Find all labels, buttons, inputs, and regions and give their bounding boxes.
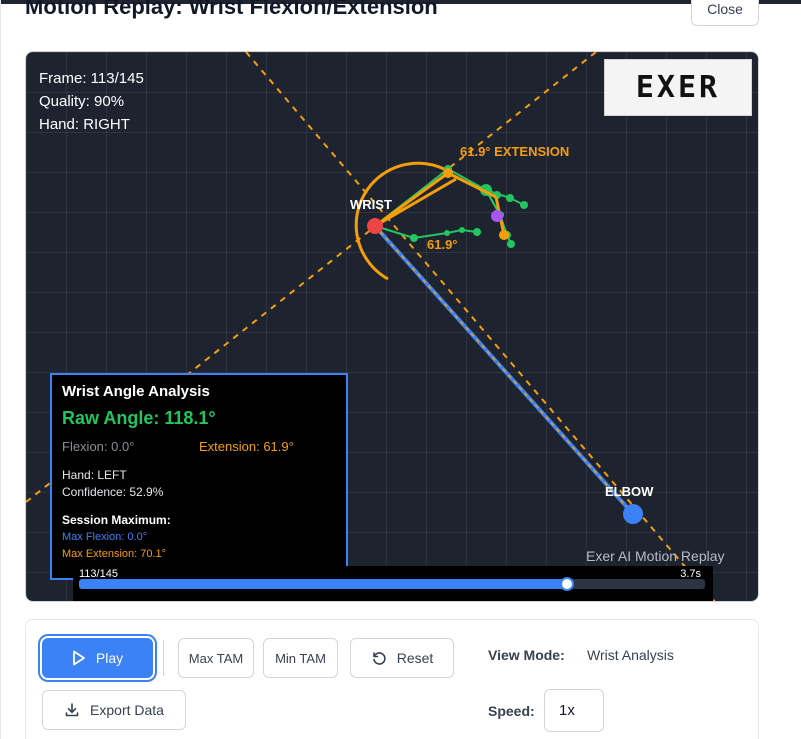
- wrist-label: WRIST: [350, 197, 392, 212]
- elbow-label: ELBOW: [605, 484, 654, 499]
- speed-input[interactable]: [544, 689, 604, 732]
- extension-tip: [499, 230, 509, 240]
- angle-value-label: 61.9°: [427, 237, 458, 252]
- close-button[interactable]: Close: [691, 0, 759, 26]
- modal-border: [0, 0, 1, 739]
- play-button[interactable]: Play: [42, 638, 153, 678]
- min-tam-button[interactable]: Min TAM: [263, 638, 338, 678]
- timeline[interactable]: 113/145 3.7s: [73, 566, 713, 601]
- max-tam-button[interactable]: Max TAM: [178, 638, 254, 678]
- elbow-point: [623, 504, 643, 524]
- motion-replay-canvas: WRIST ELBOW 61.9° EXTENSION 61.9° Frame:…: [25, 51, 759, 602]
- export-label: Export Data: [90, 702, 164, 718]
- hand-readout: Hand: RIGHT: [39, 116, 130, 133]
- exer-logo: EXER: [604, 59, 752, 116]
- watermark: Exer AI Motion Replay: [586, 548, 725, 564]
- raw-angle: Raw Angle: 118.1°: [62, 408, 216, 428]
- session-maximum-title: Session Maximum:: [62, 513, 171, 527]
- reset-icon: [372, 652, 386, 665]
- frame-info: Frame: 113/145 Quality: 90% Hand: RIGHT: [39, 67, 144, 136]
- forearm-axis-overlay: [374, 225, 634, 515]
- export-data-button[interactable]: Export Data: [42, 690, 186, 730]
- extension-value: Extension: 61.9°: [199, 439, 294, 454]
- extension-joint: [443, 168, 453, 178]
- fingertip-marker: [491, 210, 503, 222]
- playback-controls: Play Max TAM Min TAM Reset View Mode: Wr…: [25, 619, 759, 739]
- play-icon: [72, 650, 85, 666]
- timeline-progress: [79, 579, 567, 589]
- speed-label: Speed:: [488, 703, 535, 719]
- view-mode-label: View Mode:: [488, 647, 565, 663]
- extension-angle-label: 61.9° EXTENSION: [460, 144, 569, 159]
- frame-counter: Frame: 113/145: [39, 70, 144, 87]
- max-flexion: Max Flexion: 0.0°: [62, 531, 148, 543]
- confidence-value: Confidence: 52.9%: [62, 485, 164, 499]
- reset-label: Reset: [396, 650, 434, 666]
- timeline-scrubber-handle[interactable]: [559, 577, 574, 591]
- reset-button[interactable]: Reset: [350, 638, 454, 678]
- wrist-angle-analysis-panel: Wrist Angle Analysis Raw Angle: 118.1° F…: [50, 373, 348, 580]
- max-extension: Max Extension: 70.1°: [62, 548, 167, 560]
- quality-readout: Quality: 90%: [39, 93, 125, 110]
- flexion-value: Flexion: 0.0°: [62, 439, 135, 454]
- timeline-track[interactable]: [79, 577, 705, 591]
- modal-title: Motion Replay: Wrist Flexion/Extension: [25, 0, 438, 19]
- analysis-hand: Hand: LEFT: [62, 468, 127, 482]
- view-mode-value[interactable]: Wrist Analysis: [587, 647, 674, 663]
- download-icon: [65, 703, 79, 717]
- wrist-point: [367, 218, 383, 234]
- play-label: Play: [95, 650, 124, 666]
- toolbar-divider: [163, 640, 164, 676]
- analysis-title: Wrist Angle Analysis: [62, 383, 210, 400]
